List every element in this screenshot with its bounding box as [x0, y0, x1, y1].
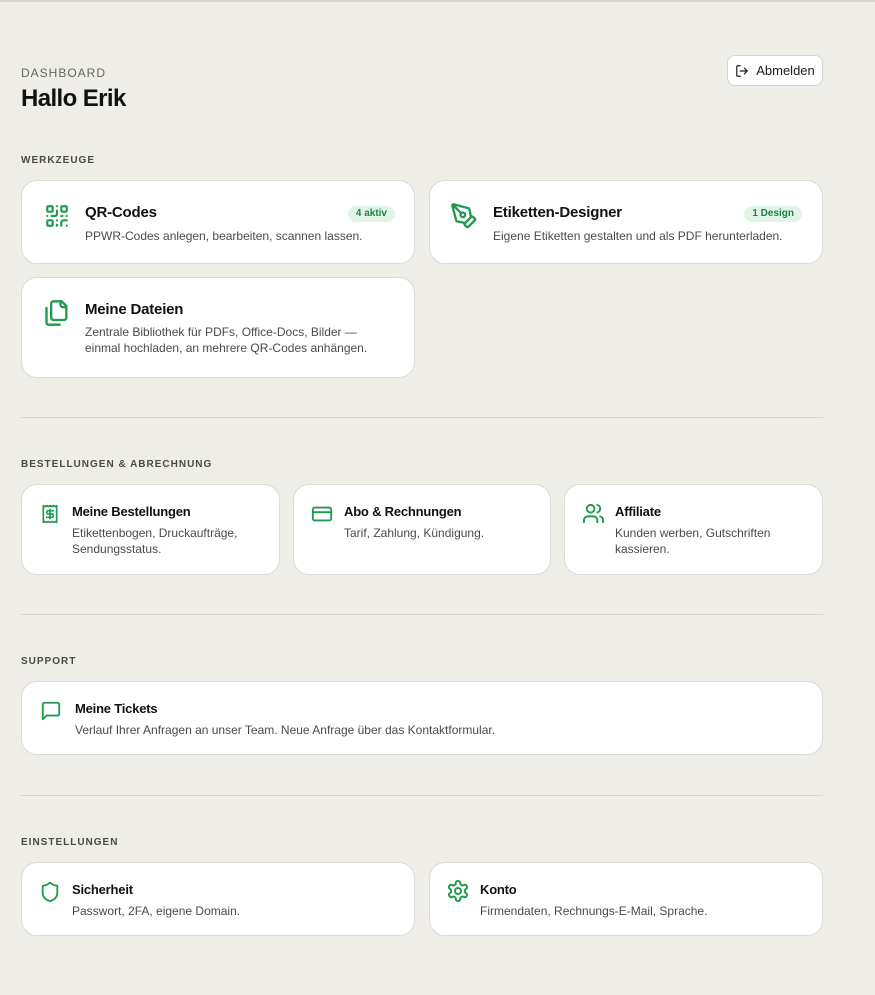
section-label-tools: WERKZEUGE: [21, 155, 95, 166]
section-divider: [21, 795, 823, 796]
card-security[interactable]: Sicherheit Passwort, 2FA, eigene Domain.: [21, 862, 415, 936]
logout-button[interactable]: Abmelden: [727, 55, 823, 86]
card-my-orders[interactable]: Meine Bestellungen Etikettenbogen, Druck…: [21, 484, 280, 575]
page-eyebrow: DASHBOARD: [21, 66, 107, 80]
pen-tool-icon: [450, 202, 478, 230]
settings-gear-icon: [446, 879, 470, 903]
shield-icon: [39, 880, 61, 904]
section-divider: [21, 614, 823, 615]
card-description: PPWR-Codes anlegen, bearbeiten, scannen …: [85, 229, 363, 243]
card-title: Meine Dateien: [85, 301, 184, 318]
card-title: Meine Bestellungen: [72, 504, 191, 519]
qr-code-icon: [44, 203, 70, 229]
card-description: Zentrale Bibliothek für PDFs, Office-Doc…: [85, 325, 368, 355]
card-description: Etikettenbogen, Druckaufträge, Sendungss…: [72, 526, 238, 556]
message-square-icon: [39, 700, 63, 722]
card-my-files[interactable]: Meine Dateien Zentrale Bibliothek für PD…: [21, 277, 415, 378]
card-title: Meine Tickets: [75, 701, 158, 716]
section-label-support: SUPPORT: [21, 656, 77, 667]
card-title: Etiketten-Designer: [493, 204, 622, 221]
section-divider: [21, 417, 823, 418]
card-description: Firmendaten, Rechnungs-E-Mail, Sprache.: [480, 904, 708, 918]
card-description: Tarif, Zahlung, Kündigung.: [344, 526, 485, 540]
files-icon: [43, 298, 71, 328]
card-description: Eigene Etiketten gestalten und als PDF h…: [493, 229, 783, 243]
card-title: Affiliate: [615, 504, 661, 519]
card-title: Abo & Rechnungen: [344, 504, 462, 519]
log-out-icon: [736, 64, 749, 77]
section-label-orders: BESTELLUNGEN & ABRECHNUNG: [21, 459, 213, 470]
users-icon: [582, 502, 605, 525]
logout-label: Abmelden: [756, 63, 815, 78]
card-title: Sicherheit: [72, 882, 133, 897]
card-description: Verlauf Ihrer Anfragen an unser Team. Ne…: [75, 723, 496, 737]
status-badge: 1 Design: [744, 206, 802, 222]
section-label-settings: EINSTELLUNGEN: [21, 837, 119, 848]
card-my-tickets[interactable]: Meine Tickets Verlauf Ihrer Anfragen an …: [21, 681, 823, 755]
card-title: QR-Codes: [85, 204, 157, 221]
card-subscription-invoices[interactable]: Abo & Rechnungen Tarif, Zahlung, Kündigu…: [293, 484, 551, 575]
card-description: Kunden werben, Gutschriften kassieren.: [615, 526, 771, 556]
card-affiliate[interactable]: Affiliate Kunden werben, Gutschriften ka…: [564, 484, 823, 575]
card-title: Konto: [480, 882, 517, 897]
card-qr-codes[interactable]: QR-Codes 4 aktiv PPWR-Codes anlegen, bea…: [21, 180, 415, 264]
status-badge: 4 aktiv: [347, 206, 395, 222]
receipt-icon: [40, 503, 60, 525]
card-account[interactable]: Konto Firmendaten, Rechnungs-E-Mail, Spr…: [429, 862, 823, 936]
card-label-designer[interactable]: Etiketten-Designer 1 Design Eigene Etike…: [429, 180, 823, 264]
credit-card-icon: [311, 503, 333, 525]
page-title: Hallo Erik: [21, 85, 126, 112]
card-description: Passwort, 2FA, eigene Domain.: [72, 904, 241, 918]
top-rule: [0, 0, 875, 2]
